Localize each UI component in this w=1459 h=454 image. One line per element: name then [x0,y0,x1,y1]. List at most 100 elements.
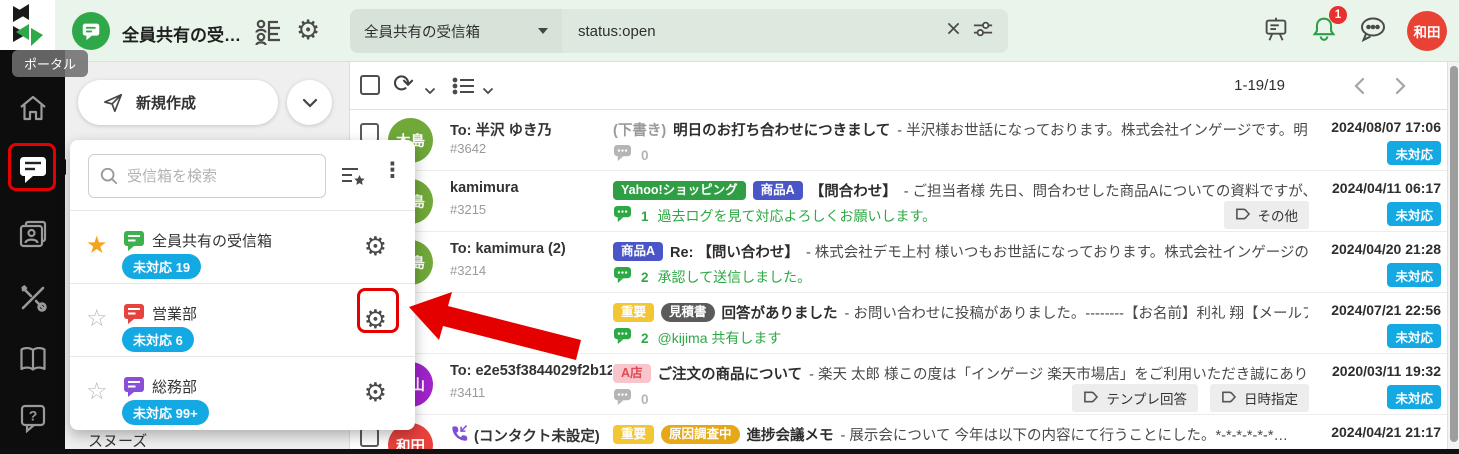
pending-count-badge: 未対応 99+ [122,400,209,425]
view-options-chevron-icon[interactable] [482,82,494,100]
comment-line: 2承認して送信しました。 [613,266,811,288]
recipient-name: kamimura [450,180,612,196]
recipient-text: To: kamimura (2) [450,241,566,257]
row-checkbox[interactable] [360,428,379,447]
favorite-star-icon[interactable]: ☆ [86,379,108,405]
search-input[interactable] [562,23,945,40]
inbox-settings-gear-icon[interactable]: ⚙ [364,304,387,334]
refresh-icon[interactable]: ⟳ [393,69,414,99]
compose-button-label: 新規作成 [136,92,196,113]
app-nav-rail: ? ポータル [0,0,65,454]
comment-count: 2 [641,270,649,285]
favorite-star-icon[interactable]: ☆ [86,306,108,332]
list-toolbar: ⟳ 1-19/19 [350,62,1459,110]
ticket-number: #3214 [450,263,486,278]
select-all-checkbox[interactable] [360,75,380,95]
inbox-list-item[interactable]: ☆ 総務部未対応 99+ ⚙ [70,356,415,429]
help-icon[interactable]: ? [15,400,51,436]
tag-icon [1235,206,1251,225]
draft-prefix: (下書き) [613,119,666,140]
svg-text:?: ? [29,408,38,424]
search-filter-icon[interactable] [972,19,994,44]
manual-book-icon[interactable] [15,341,51,377]
contacts-icon[interactable] [15,216,51,252]
ticket-label: 重要 [613,303,654,322]
message-date: 2020/03/11 19:32 [1332,363,1441,379]
message-subject: 明日のお打ち合わせにつきまして [673,119,890,140]
tag-text: テンプレ回答 [1106,388,1187,408]
search-scope-dropdown[interactable]: 全員共有の受信箱 [350,9,562,53]
next-page-icon[interactable] [1393,76,1407,101]
nav-tooltip-arrow [57,159,66,175]
prev-page-icon[interactable] [1353,76,1367,101]
pending-count-badge: 未対応 6 [122,327,194,352]
window-bottom-edge [0,449,1459,454]
status-badge: 未対応 [1387,385,1441,409]
inbox-settings-gear-icon[interactable]: ⚙ [364,231,387,261]
comment-bubble-icon [613,144,632,166]
message-row[interactable]: 重要見積書回答がありました - お問い合わせに投稿がありました。--------… [350,293,1459,354]
message-preview: - 株式会社デモ上村 様いつもお世話になっております。株式会社インゲージの木島… [806,241,1308,262]
compose-more-button[interactable] [287,80,332,125]
announcement-board-icon[interactable] [1261,13,1291,50]
portal-tooltip: ポータル [12,50,88,77]
view-options-icon[interactable] [452,76,476,101]
message-preview: - ご担当者様 先日、問合わせした商品Aについての資料ですが、送… [904,180,1308,201]
inbox-list-item[interactable]: ☆営業部未対応 6⚙ [70,283,415,356]
refresh-options-chevron-icon[interactable] [424,82,436,100]
comment-note: @kijima 共有します [658,328,782,348]
tag-icon [1221,389,1237,408]
message-row[interactable]: 木島kamimura#3215Yahoo!ショッピング商品A【問合わせ】 - ご… [350,171,1459,232]
message-row[interactable]: 木島To: 半沢 ゆき乃#3642(下書き)明日のお打ち合わせにつきまして - … [350,110,1459,171]
user-avatar[interactable]: 和田 [1407,11,1447,51]
pagination-range: 1-19/19 [1234,77,1285,94]
home-icon[interactable] [15,90,51,126]
ticket-label: 重要 [613,425,654,444]
favorites-filter-icon[interactable] [340,165,366,192]
comment-bubble-icon [613,327,632,349]
scrollbar-thumb[interactable] [1450,66,1458,442]
tag-chip[interactable]: テンプレ回答 [1072,384,1198,412]
message-preview: - 展示会について 今年は以下の内容にて行うことにした。*-*-*-*-*-*… [841,424,1288,445]
inbox-list: ★全員共有の受信箱未対応 19⚙☆営業部未対応 6⚙☆総務部未対応 99+⚙ [70,210,415,429]
subject-line: (下書き)明日のお打ち合わせにつきまして - 半沢様お世話になっております。株式… [613,118,1308,141]
favorite-star-icon[interactable]: ★ [86,233,108,259]
inbox-name: 総務部 [152,376,197,397]
status-badge: 未対応 [1387,324,1441,348]
inbox-list-item[interactable]: ★全員共有の受信箱未対応 19⚙ [70,210,415,283]
chat-support-icon[interactable] [1357,13,1389,50]
inbox-nav-icon[interactable] [15,151,51,187]
message-row[interactable]: 岡山To: e2e53f3844029f2b12e#3411A店ご注文の商品につ… [350,354,1459,415]
subject-line: 商品ARe: 【問い合わせ】 - 株式会社デモ上村 様いつもお世話になっておりま… [613,240,1308,263]
subject-line: A店ご注文の商品について - 楽天 太郎 様この度は「インゲージ 楽天市場店」を… [613,362,1308,385]
clear-search-icon[interactable] [945,20,962,42]
pending-badge-wrap: 未対応 19 [122,254,201,279]
members-icon[interactable] [252,15,284,52]
inbox-settings-gear-icon[interactable]: ⚙ [364,377,387,407]
pending-count-badge: 未対応 19 [122,254,201,279]
inbox-search-box[interactable] [88,154,326,198]
list-scrollbar[interactable] [1447,62,1459,454]
inbox-picker-card: ⋮ ★全員共有の受信箱未対応 19⚙☆営業部未対応 6⚙☆総務部未対応 99+⚙ [70,140,415,430]
compose-button[interactable]: 新規作成 [78,80,278,125]
tag-chip[interactable]: その他 [1224,201,1310,229]
search-icon [99,166,119,186]
tag-chip[interactable]: 日時指定 [1210,384,1309,412]
recipient-name: To: kamimura (2) [450,241,612,257]
comment-bubble-icon [613,205,632,227]
status-badge: 未対応 [1387,141,1441,165]
inbox-search-input[interactable] [127,168,297,185]
notification-bell-icon[interactable]: 1 [1309,13,1339,50]
paper-plane-icon [102,92,124,114]
snooze-section-label[interactable]: スヌーズ [88,430,147,451]
ticket-label: 見積書 [661,303,715,322]
comment-bubble-icon [613,266,632,288]
kebab-menu-icon[interactable]: ⋮ [382,158,403,184]
comment-line: 1過去ログを見て対応よろしくお願いします。 [613,205,936,227]
ticket-label: Yahoo!ショッピング [613,181,746,200]
tools-icon[interactable] [15,280,51,316]
comment-count: 0 [641,392,649,407]
inbox-settings-gear-icon[interactable]: ⚙ [296,14,320,46]
message-row[interactable]: 木島To: kamimura (2)#3214商品ARe: 【問い合わせ】 - … [350,232,1459,293]
app-logo[interactable] [0,0,55,50]
